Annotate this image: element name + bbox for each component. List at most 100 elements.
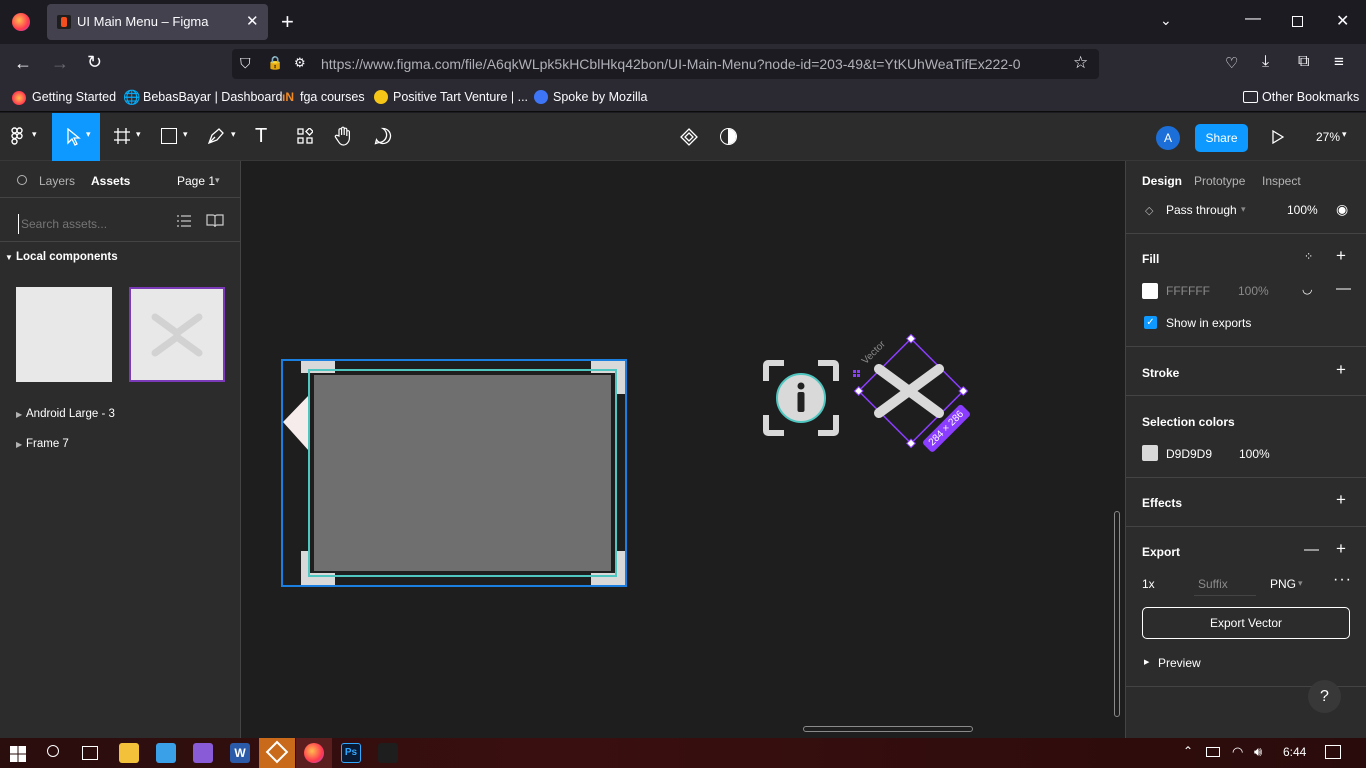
bookmark-bebasbayar[interactable]: BebasBayar | Dashboard [143, 90, 282, 104]
bookmark-spoke[interactable]: Spoke by Mozilla [553, 90, 648, 104]
url-text[interactable]: https://www.figma.com/file/A6qkWLpk5kHCb… [321, 56, 1021, 72]
minimize-icon[interactable]: — [1245, 10, 1261, 28]
layer-frame-7[interactable]: Frame 7 [26, 438, 69, 450]
component-thumbnail-selected[interactable] [129, 287, 225, 382]
resources-icon[interactable] [297, 128, 313, 144]
bookmark-positive-tart[interactable]: Positive Tart Venture | ... [393, 90, 528, 104]
chevron-down-icon[interactable]: ▾ [1298, 578, 1303, 589]
clock[interactable]: 6:44 [1283, 745, 1306, 759]
frame-tool-icon[interactable] [114, 128, 130, 144]
other-bookmarks[interactable]: Other Bookmarks [1262, 90, 1359, 104]
preview-toggle[interactable]: Preview [1158, 656, 1201, 670]
fill-swatch[interactable] [1142, 283, 1158, 299]
search-icon[interactable] [47, 745, 59, 757]
firefox-taskbar-button[interactable] [296, 738, 332, 768]
firefox-icon[interactable] [12, 13, 30, 31]
wifi-icon[interactable]: ◠ [1232, 744, 1243, 760]
notifications-icon[interactable] [1325, 745, 1341, 759]
close-tab-icon[interactable]: ✕ [246, 12, 259, 30]
task-view-icon[interactable] [82, 746, 98, 760]
page-selector[interactable]: Page 1 [177, 174, 215, 188]
close-window-icon[interactable]: ✕ [1336, 11, 1349, 31]
browser-tab[interactable]: UI Main Menu – Figma ✕ [47, 4, 268, 40]
selection-color-opacity[interactable]: 100% [1239, 447, 1270, 461]
shield-icon[interactable]: ⛉ [240, 55, 251, 72]
add-effect-icon[interactable]: + [1336, 490, 1346, 510]
caret-right-icon[interactable]: ▶ [16, 440, 22, 449]
photoshop-icon[interactable]: Ps [341, 743, 361, 763]
visual-studio-icon[interactable] [193, 743, 213, 763]
search-assets-input[interactable] [18, 214, 158, 234]
list-view-icon[interactable] [177, 215, 191, 227]
eye-icon[interactable]: ◉ [1336, 201, 1348, 218]
selection-color-swatch[interactable] [1142, 445, 1158, 461]
bookmark-fga-courses[interactable]: fga courses [300, 90, 365, 104]
horizontal-scrollbar[interactable] [803, 726, 973, 732]
export-format-select[interactable]: PNG [1270, 577, 1296, 591]
chevron-down-icon[interactable]: ▾ [1342, 129, 1347, 140]
bookmark-star-icon[interactable]: ☆ [1073, 53, 1088, 73]
caret-right-icon[interactable]: ▶ [1144, 658, 1149, 666]
volume-icon[interactable]: 🔊︎ [1254, 744, 1262, 760]
permissions-icon[interactable]: ⚙ [294, 55, 306, 71]
back-icon[interactable]: ← [14, 53, 32, 74]
remove-export-icon[interactable]: — [1304, 541, 1319, 558]
local-components-title[interactable]: Local components [16, 251, 118, 263]
present-icon[interactable] [1272, 130, 1284, 144]
restore-icon[interactable] [1292, 16, 1303, 27]
caret-right-icon[interactable]: ▶ [16, 410, 22, 419]
comment-tool-icon[interactable] [374, 127, 392, 145]
vertical-scrollbar[interactable] [1114, 511, 1120, 717]
chevron-down-icon[interactable]: ▾ [136, 129, 141, 140]
component-icon[interactable] [680, 128, 698, 146]
hand-tool-icon[interactable] [334, 126, 352, 146]
selected-vector[interactable] [841, 329, 981, 469]
chevron-up-icon[interactable]: ⌃ [1183, 744, 1193, 758]
show-exports-checkbox[interactable]: ✓ [1144, 316, 1157, 329]
extensions-icon[interactable]: ⧉ [1298, 53, 1309, 71]
layer-android-large-3[interactable]: Android Large - 3 [26, 408, 115, 420]
search-icon[interactable] [17, 175, 27, 185]
text-tool-icon[interactable]: T [255, 125, 267, 148]
chevron-down-icon[interactable]: ▾ [231, 129, 236, 140]
component-thumbnail[interactable] [16, 287, 112, 382]
word-icon[interactable]: W [230, 743, 250, 763]
tab-design[interactable]: Design [1142, 174, 1182, 188]
selection-color-hex[interactable]: D9D9D9 [1166, 447, 1212, 461]
caret-down-icon[interactable]: ▼ [5, 253, 13, 262]
inner-panel[interactable] [308, 369, 617, 577]
move-tool-button[interactable]: ▾ [52, 113, 100, 161]
help-button[interactable]: ? [1308, 680, 1341, 713]
tab-layers[interactable]: Layers [39, 174, 75, 188]
design-canvas[interactable]: Vector 284 × 286 [241, 161, 1125, 738]
zoom-level[interactable]: 27% [1316, 130, 1340, 144]
layer-opacity[interactable]: 100% [1287, 203, 1318, 217]
chevron-down-icon[interactable]: ▾ [215, 175, 220, 186]
tab-prototype[interactable]: Prototype [1194, 174, 1245, 188]
styles-grid-icon[interactable]: ⁘ [1304, 250, 1313, 263]
tab-assets[interactable]: Assets [91, 174, 130, 188]
avatar[interactable]: A [1156, 126, 1180, 150]
figma-menu-icon[interactable] [11, 127, 23, 145]
share-button[interactable]: Share [1195, 124, 1248, 152]
windows-start-icon[interactable] [10, 746, 26, 762]
export-scale[interactable]: 1x [1142, 577, 1155, 591]
downloads-icon[interactable]: ⤓ [1262, 53, 1269, 71]
chevron-down-icon[interactable]: ▾ [32, 129, 37, 140]
terminal-icon[interactable] [378, 743, 398, 763]
tab-inspect[interactable]: Inspect [1262, 174, 1301, 188]
rectangle-tool-icon[interactable] [161, 128, 177, 144]
battery-icon[interactable] [1206, 747, 1220, 757]
chevron-down-icon[interactable]: ▾ [1241, 204, 1246, 215]
menu-icon[interactable]: ≡ [1334, 52, 1344, 72]
fill-hex[interactable]: FFFFFF [1166, 284, 1210, 298]
left-arrow-shape[interactable] [283, 395, 311, 453]
active-app-highlight[interactable] [259, 738, 295, 768]
info-frame-icon[interactable] [762, 359, 840, 437]
export-vector-button[interactable]: Export Vector [1142, 607, 1350, 639]
url-bar[interactable]: ⛉ 🔒 ⚙ https://www.figma.com/file/A6qkWLp… [232, 49, 1099, 79]
add-fill-icon[interactable]: + [1336, 246, 1346, 266]
fill-opacity[interactable]: 100% [1238, 284, 1269, 298]
contrast-icon[interactable] [720, 128, 737, 145]
blend-mode-select[interactable]: Pass through [1166, 203, 1237, 217]
